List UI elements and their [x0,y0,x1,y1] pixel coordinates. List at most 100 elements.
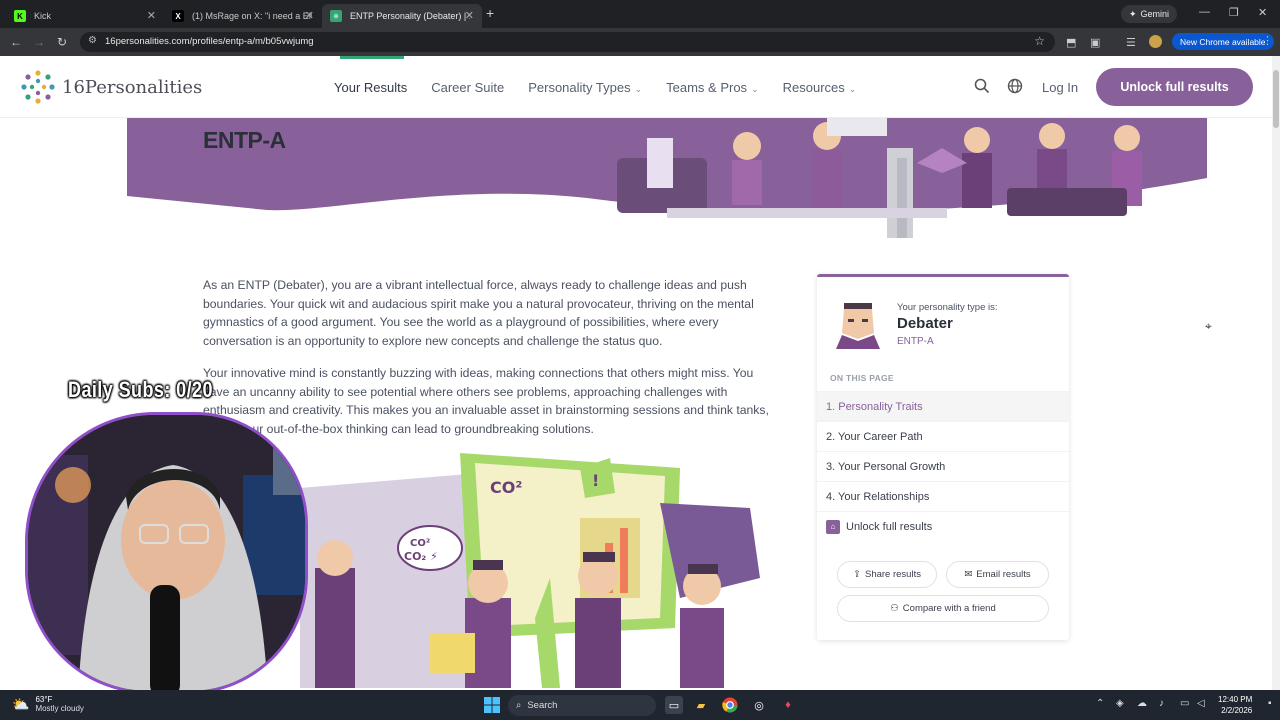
toc-label: 2. Your Career Path [826,430,923,443]
chrome-icon[interactable] [721,696,739,714]
users-icon: ⚇ [890,603,899,614]
minimize-icon[interactable]: — [1199,6,1210,18]
nav-career-suite[interactable]: Career Suite [431,80,504,95]
site-logo[interactable]: 16Personalities [20,69,202,105]
nav-label: Personality Types [528,80,631,95]
url-text: 16personalities.com/profiles/entp-a/m/b0… [105,36,314,47]
logo-dots-icon [21,70,55,104]
nav-your-results[interactable]: Your Results [334,80,407,95]
close-icon[interactable]: ✕ [147,9,156,22]
cast-icon[interactable]: ▣ [1090,36,1100,49]
back-icon[interactable]: ← [10,35,22,49]
obs-icon[interactable]: ◎ [750,696,768,714]
compare-with-friend-button[interactable]: ⚇ Compare with a friend [837,595,1049,622]
search-icon: ⌕ [516,700,522,711]
personality-summary-card: Your personality type is: Debater ENTP-A… [817,274,1069,640]
windows-start-icon[interactable] [483,696,501,714]
debaters-illustration: CO² ! CO² CO₂ ⚡ [300,453,760,688]
16p-icon: ✳ [330,10,342,22]
kick-icon: K [14,10,26,22]
compare-label: Compare with a friend [902,603,996,614]
toc-label: 3. Your Personal Growth [826,460,946,473]
app-pin-icon[interactable]: ♦ [779,696,797,714]
profile-avatar[interactable] [1149,35,1162,48]
page-title: ENTP-A [203,127,286,153]
chevron-down-icon: ⌄ [848,84,857,94]
network-icon[interactable]: ▭ [1180,698,1189,709]
gemini-icon: ✦ [1129,8,1137,19]
reload-icon[interactable]: ↻ [57,35,67,49]
on-this-page-heading: ON THIS PAGE [830,373,894,383]
svg-text:CO₂ ⚡: CO₂ ⚡ [404,550,438,563]
tab-x[interactable]: X (1) MsRage on X: "i need a ENF ✕ [164,4,322,28]
reading-list-icon[interactable]: ☰ [1126,36,1136,49]
tray-cloud-icon[interactable]: ☁ [1137,698,1147,709]
site-header: 16Personalities Your Results Career Suit… [0,56,1272,118]
toc-label: 1. Personality Traits [826,400,923,413]
new-tab-button[interactable]: + [486,5,494,21]
toc-unlock-full-results[interactable]: ⌂ Unlock full results [817,511,1069,541]
share-label: Share results [864,569,921,580]
close-icon[interactable]: ✕ [305,9,314,22]
share-results-button[interactable]: ⇪ Share results [837,561,937,588]
second-paragraph: Your innovative mind is constantly buzzi… [203,366,769,437]
page-scrollbar[interactable] [1272,56,1280,690]
close-icon[interactable]: ✕ [465,9,474,22]
intro-paragraph: As an ENTP (Debater), you are a vibrant … [203,278,754,349]
forward-icon[interactable]: → [33,35,45,49]
share-icon: ⇪ [853,569,861,580]
tab-kick[interactable]: K Kick ✕ [6,4,164,28]
weather-desc: Mostly cloudy [35,704,84,713]
weather-temp: 63°F [35,695,53,704]
kebab-menu-icon[interactable]: ⋮ [1262,34,1273,47]
lock-icon: ⌂ [826,519,840,534]
window-close-icon[interactable]: ✕ [1258,6,1267,19]
file-explorer-icon[interactable]: ▰ [692,696,710,714]
weather-widget[interactable]: ⛅ 63°F Mostly cloudy [12,695,84,713]
address-toolbar: ← → ↻ ⚙ 16personalities.com/profiles/ent… [0,28,1280,56]
globe-icon[interactable] [1007,78,1023,94]
search-icon[interactable] [974,78,990,94]
toc-personal-growth[interactable]: 3. Your Personal Growth [817,451,1069,481]
restore-icon[interactable]: ❐ [1229,6,1239,19]
notification-bell-icon[interactable]: ▪ [1268,698,1272,709]
toc-personality-traits[interactable]: 1. Personality Traits [817,391,1069,421]
tray-app-icon[interactable]: ◈ [1116,698,1124,709]
new-chrome-label: New Chrome available [1180,36,1266,47]
site-info-icon[interactable]: ⚙ [88,35,97,46]
extension-icon[interactable]: ⬒ [1066,36,1076,49]
toc-label: 4. Your Relationships [826,490,930,503]
debater-avatar [836,303,880,349]
login-link[interactable]: Log In [1042,80,1078,95]
windows-taskbar: ⛅ 63°F Mostly cloudy ⌕ Search ▭ ▰ ◎ ♦ ⌃ … [0,690,1280,720]
svg-text:CO²: CO² [410,538,430,549]
system-clock[interactable]: 12:40 PM 2/2/2026 [1218,694,1252,716]
volume-icon[interactable]: ◁ [1197,698,1205,709]
nav-resources[interactable]: Resources ⌄ [783,80,857,95]
gemini-button[interactable]: ✦ Gemini [1121,5,1178,23]
microphone-icon[interactable]: ♪ [1159,698,1164,709]
streamer-webcam-feed [28,415,305,691]
cloud-sun-icon: ⛅ [12,695,30,712]
nav-teams-pros[interactable]: Teams & Pros ⌄ [666,80,758,95]
task-view-icon[interactable]: ▭ [665,696,683,714]
new-chrome-available-button[interactable]: New Chrome available [1172,33,1274,50]
nav-personality-types[interactable]: Personality Types ⌄ [528,80,642,95]
scrollbar-thumb[interactable] [1273,70,1279,128]
toc-relationships[interactable]: 4. Your Relationships [817,481,1069,511]
tab-16personalities[interactable]: ✳ ENTP Personality (Debater) | 16 ✕ [322,4,482,28]
clock-date: 2/2/2026 [1221,706,1253,715]
x-icon: X [172,10,184,22]
tray-chevron-icon[interactable]: ⌃ [1096,698,1104,709]
unlock-full-results-button[interactable]: Unlock full results [1096,68,1253,106]
clock-time: 12:40 PM [1218,695,1253,704]
taskbar-search[interactable]: ⌕ Search [508,695,656,716]
toc-career-path[interactable]: 2. Your Career Path [817,421,1069,451]
daily-subs-overlay: Daily Subs: 0/20 [68,377,213,402]
bookmark-star-icon[interactable]: ☆ [1034,34,1045,48]
type-name: Debater [897,315,953,332]
email-results-button[interactable]: ✉ Email results [946,561,1049,588]
omnibox[interactable]: ⚙ 16personalities.com/profiles/entp-a/m/… [80,32,1055,52]
mouse-cursor: ⌖ [1205,319,1212,333]
svg-text:!: ! [592,471,599,490]
